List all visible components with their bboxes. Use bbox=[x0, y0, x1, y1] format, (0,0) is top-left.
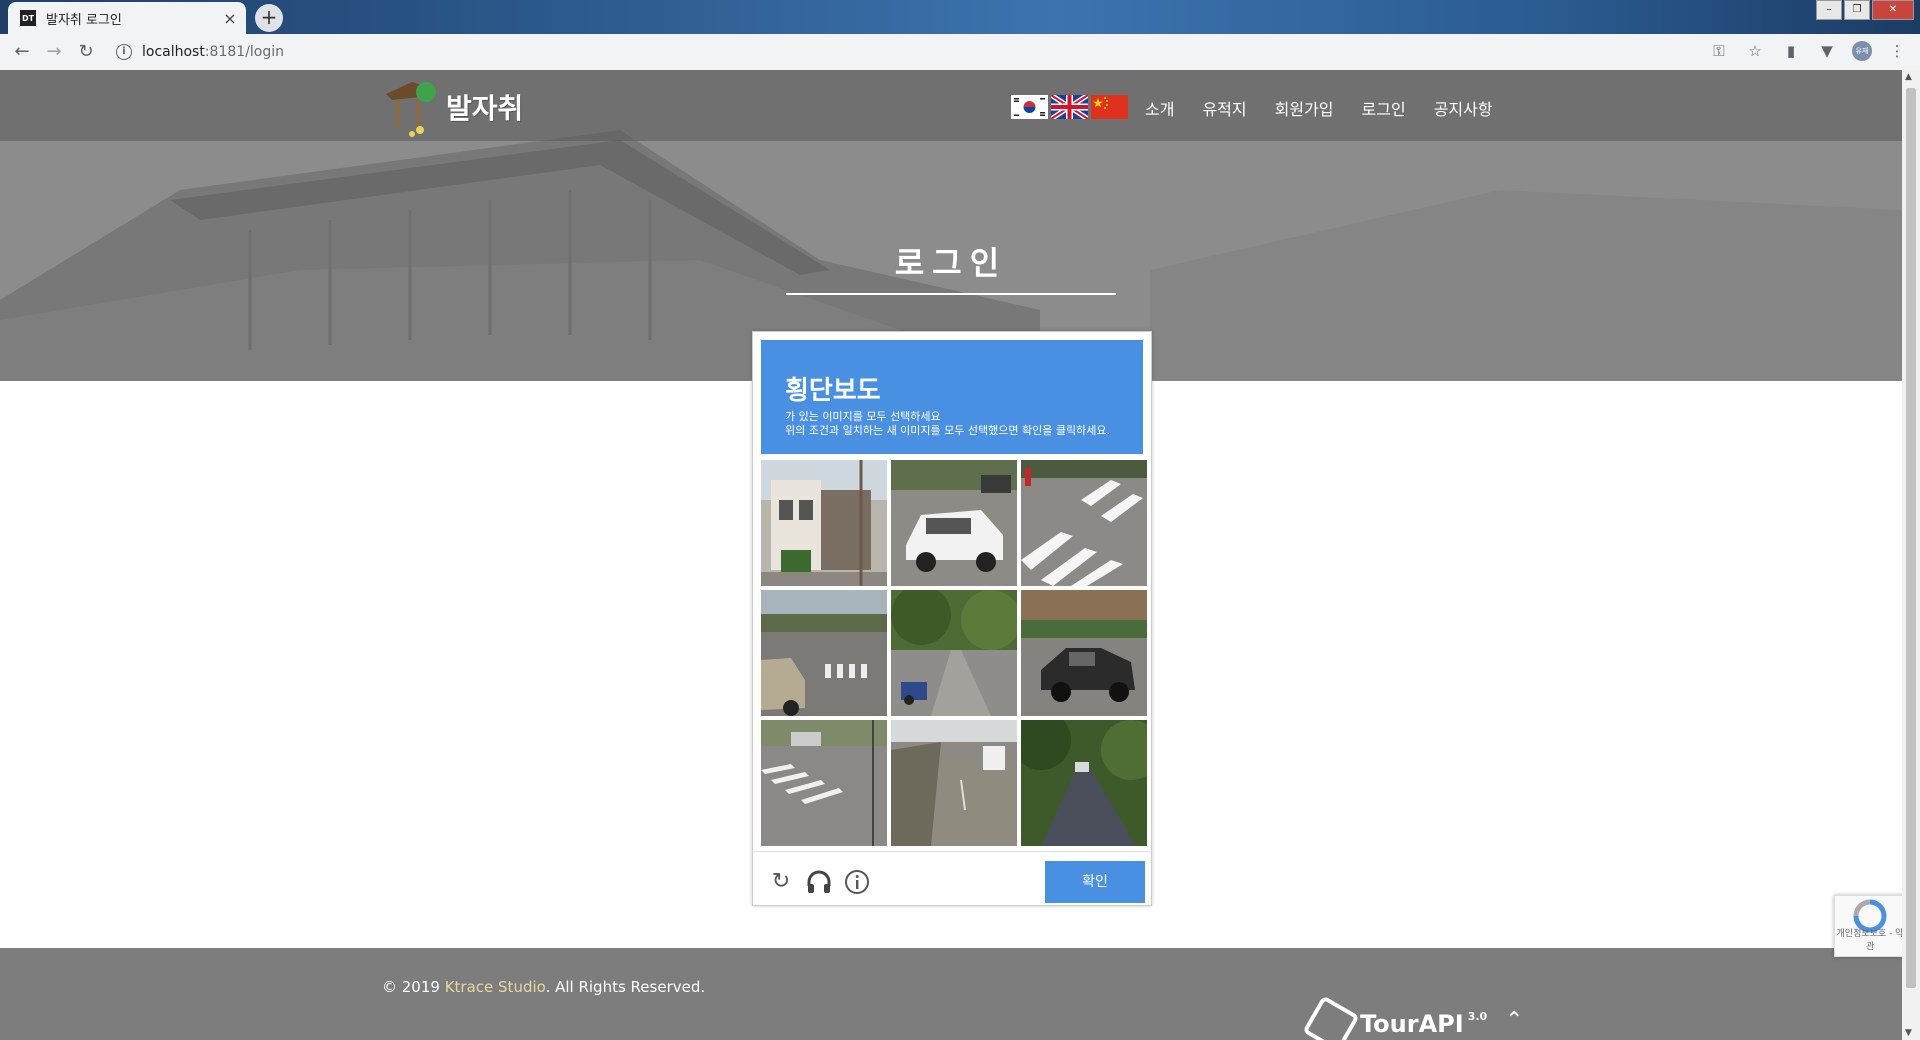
key-icon[interactable]: ⚿ bbox=[1708, 40, 1730, 62]
grid-tile-2[interactable] bbox=[891, 460, 1017, 586]
site-logo[interactable]: 발자취 bbox=[382, 76, 523, 138]
menu-item-heritage[interactable]: 유적지 bbox=[1202, 96, 1246, 120]
close-window-button[interactable]: ✕ bbox=[1872, 0, 1914, 20]
white-car-image bbox=[891, 460, 1017, 586]
forward-icon[interactable]: → bbox=[42, 40, 66, 64]
studio-link[interactable]: Ktrace Studio bbox=[445, 978, 546, 996]
scroll-down-arrow-icon[interactable]: ▼ bbox=[1905, 1028, 1912, 1038]
crosswalk-image bbox=[1021, 460, 1147, 586]
grid-tile-8[interactable] bbox=[891, 720, 1017, 846]
menu-item-login[interactable]: 로그인 bbox=[1362, 96, 1406, 120]
menu-item-intro[interactable]: 소개 bbox=[1145, 96, 1174, 120]
pavilion-logo-icon bbox=[382, 76, 440, 138]
grid-tile-4[interactable] bbox=[761, 590, 887, 716]
challenge-footer: ↻ 확인 bbox=[753, 851, 1151, 906]
tree-street-image bbox=[891, 590, 1017, 716]
verify-button[interactable]: 확인 bbox=[1045, 861, 1145, 903]
grid-tile-6[interactable] bbox=[1021, 590, 1147, 716]
highway-van-image bbox=[891, 720, 1017, 846]
challenge-instruction: 가 있는 이미지를 모두 선택하세요 bbox=[785, 410, 941, 423]
language-flags bbox=[1011, 95, 1128, 119]
bookmark-star-icon[interactable]: ☆ bbox=[1744, 40, 1766, 62]
top-navigation: 발자취 소개 유적지 회원가입 로그인 공지사항 bbox=[0, 70, 1902, 141]
grid-tile-1[interactable] bbox=[761, 460, 887, 586]
scrollbar-thumb[interactable] bbox=[1906, 88, 1916, 988]
recaptcha-badge[interactable]: 개인정보보호 - 약관 bbox=[1834, 895, 1906, 957]
extension-icon[interactable]: ▮ bbox=[1780, 40, 1802, 62]
reload-challenge-icon[interactable]: ↻ bbox=[767, 868, 795, 896]
page: 발자취 소개 유적지 회원가입 로그인 공지사항 로그인 횡단보도 가 있는 이… bbox=[0, 70, 1902, 1040]
challenge-instruction-detail: 위의 조건과 일치하는 새 이미지를 모두 선택했으면 확인을 클릭하세요. bbox=[785, 424, 1110, 437]
tab-close-icon[interactable]: × bbox=[220, 9, 240, 28]
url-text: localhost:8181/login bbox=[142, 44, 285, 60]
recaptcha-badge-text: 개인정보보호 - 약관 bbox=[1836, 929, 1904, 952]
challenge-header: 횡단보도 가 있는 이미지를 모두 선택하세요 위의 조건과 일치하는 새 이미… bbox=[761, 340, 1143, 454]
site-info-icon[interactable]: i bbox=[116, 44, 132, 60]
extension-v-icon[interactable]: ▼ bbox=[1816, 40, 1838, 62]
main-menu: 소개 유적지 회원가입 로그인 공지사항 bbox=[1145, 96, 1493, 120]
grid-tile-9[interactable] bbox=[1021, 720, 1147, 846]
challenge-keyword: 횡단보도 bbox=[785, 376, 881, 406]
browser-tab[interactable]: DT 발자취 로그인 × bbox=[8, 2, 246, 34]
page-scrollbar[interactable]: ▲ ▼ bbox=[1902, 70, 1920, 1040]
wooded-road-image bbox=[1021, 720, 1147, 846]
back-to-top-chevron-icon[interactable]: ⌃ bbox=[1505, 1008, 1523, 1033]
page-title: 로그인 bbox=[894, 244, 1008, 282]
tab-title: 발자취 로그인 bbox=[46, 12, 122, 28]
browser-toolbar: ← → ↻ i localhost:8181/login ⚿ ☆ ▮ ▼ 유재 … bbox=[0, 34, 1920, 71]
site-footer: © 2019 Ktrace Studio. All Rights Reserve… bbox=[0, 948, 1902, 1040]
suv-road-image bbox=[761, 590, 887, 716]
scroll-up-arrow-icon[interactable]: ▲ bbox=[1905, 72, 1912, 82]
info-help-icon[interactable] bbox=[843, 868, 871, 896]
korean-flag-icon[interactable] bbox=[1011, 95, 1048, 119]
menu-item-notice[interactable]: 공지사항 bbox=[1434, 96, 1493, 120]
image-grid bbox=[761, 460, 1147, 846]
logo-text: 발자취 bbox=[446, 92, 524, 125]
menu-dots-icon[interactable]: ⋮ bbox=[1886, 40, 1908, 62]
menu-item-signup[interactable]: 회원가입 bbox=[1275, 96, 1334, 120]
recaptcha-challenge: 횡단보도 가 있는 이미지를 모두 선택하세요 위의 조건과 일치하는 새 이미… bbox=[752, 331, 1152, 906]
tourapi-hex-icon bbox=[1302, 995, 1360, 1040]
china-flag-icon[interactable] bbox=[1091, 95, 1128, 119]
title-underline bbox=[786, 293, 1116, 295]
minimize-button[interactable]: – bbox=[1816, 0, 1842, 20]
audio-challenge-headphones-icon[interactable] bbox=[805, 868, 833, 896]
house-street-image bbox=[761, 460, 887, 586]
reload-icon[interactable]: ↻ bbox=[74, 40, 98, 64]
restore-button[interactable]: ❐ bbox=[1844, 0, 1870, 20]
browser-tab-strip: DT 발자취 로그인 × + – ❐ ✕ bbox=[0, 0, 1920, 34]
pickup-truck-image bbox=[1021, 590, 1147, 716]
site-favicon-icon: DT bbox=[20, 10, 36, 26]
copyright-text: © 2019 Ktrace Studio. All Rights Reserve… bbox=[382, 978, 706, 996]
new-tab-button[interactable]: + bbox=[255, 4, 283, 32]
uk-flag-icon[interactable] bbox=[1051, 95, 1088, 119]
grid-tile-3[interactable] bbox=[1021, 460, 1147, 586]
tourapi-logo: TourAPI 3.0 bbox=[1302, 995, 1487, 1040]
intersection-crosswalk-image bbox=[761, 720, 887, 846]
back-icon[interactable]: ← bbox=[10, 40, 34, 64]
window-controls: – ❐ ✕ bbox=[1816, 0, 1914, 20]
toolbar-actions: ⚿ ☆ ▮ ▼ 유재 ⋮ bbox=[1708, 40, 1908, 62]
grid-tile-5[interactable] bbox=[891, 590, 1017, 716]
profile-avatar[interactable]: 유재 bbox=[1852, 41, 1872, 61]
grid-tile-7[interactable] bbox=[761, 720, 887, 846]
address-bar[interactable]: i localhost:8181/login bbox=[106, 39, 1776, 65]
